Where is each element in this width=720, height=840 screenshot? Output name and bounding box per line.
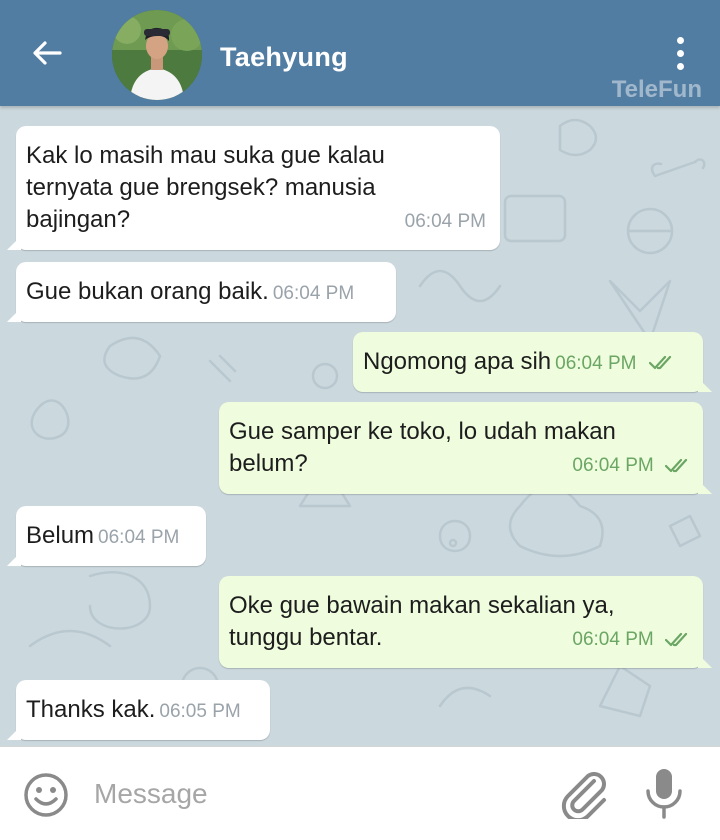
message-outgoing[interactable]: Gue samper ke toko, lo udah makan belum?… [219, 402, 712, 494]
message-time-text: 06:04 PM [572, 629, 654, 650]
message-outgoing[interactable]: Oke gue bawain makan sekalian ya, tunggu… [219, 576, 712, 668]
chat-header: Taehyung TeleFun [0, 0, 720, 106]
bubble-tail [698, 654, 712, 668]
message-incoming[interactable]: Belum 06:04 PM [7, 506, 206, 566]
more-options-button[interactable] [660, 30, 700, 76]
menu-dot [676, 49, 684, 57]
message-input-bar [0, 746, 720, 840]
message-time: 06:04 PM [572, 450, 691, 482]
message-text: Gue bukan orang baik. [26, 278, 269, 305]
attach-button[interactable] [558, 767, 610, 823]
message-line: Gue samper ke toko, lo udah makan [229, 418, 616, 445]
paperclip-icon [561, 772, 606, 823]
double-check-icon [649, 355, 672, 369]
message-time: 06:05 PM [159, 701, 241, 722]
message-time: 06:04 PM [272, 283, 355, 304]
emoji-icon [24, 773, 68, 817]
more-vert-icon [676, 36, 684, 44]
bubble-tail [698, 378, 712, 392]
chat-area[interactable]: Kak lo masih mau suka gue kalau ternyata… [0, 106, 720, 746]
arrow-left-icon [33, 41, 62, 65]
message-line: ternyata gue brengsek? manusia [26, 174, 376, 201]
contact-name[interactable]: Taehyung [220, 42, 348, 73]
bubble-tail [7, 726, 21, 740]
watermark: TeleFun [611, 76, 702, 103]
back-button[interactable] [22, 28, 72, 78]
bubble-tail [7, 552, 21, 566]
message-time: 06:04 PM [98, 527, 180, 548]
message-time: 06:04 PM [555, 353, 637, 374]
message-text: Thanks kak. [26, 696, 156, 723]
message-time: 06:04 PM [572, 624, 691, 656]
message-line: Oke gue bawain makan sekalian ya, [229, 592, 615, 619]
profile-photo [112, 10, 202, 100]
bubble-tail [698, 480, 712, 494]
double-check-icon [665, 458, 688, 473]
double-check-icon [665, 632, 688, 647]
menu-dot [676, 62, 684, 70]
message-time-text: 06:04 PM [572, 455, 654, 476]
contact-avatar[interactable] [112, 10, 202, 100]
message-incoming[interactable]: Kak lo masih mau suka gue kalau ternyata… [7, 126, 500, 250]
message-incoming[interactable]: Gue bukan orang baik. 06:04 PM [7, 262, 396, 322]
message-line: Kak lo masih mau suka gue kalau [26, 142, 385, 169]
bubble-tail [7, 236, 21, 250]
bubble-tail [7, 308, 21, 322]
emoji-button[interactable] [22, 771, 70, 819]
message-incoming[interactable]: Thanks kak. 06:05 PM [7, 680, 270, 740]
voice-message-button[interactable] [642, 767, 686, 819]
microphone-icon [646, 769, 682, 819]
message-outgoing[interactable]: Ngomong apa sih 06:04 PM [353, 332, 712, 392]
message-time: 06:04 PM [404, 211, 486, 232]
message-text: Ngomong apa sih [363, 348, 552, 375]
message-input[interactable] [92, 771, 536, 817]
message-text: Belum [26, 522, 95, 549]
